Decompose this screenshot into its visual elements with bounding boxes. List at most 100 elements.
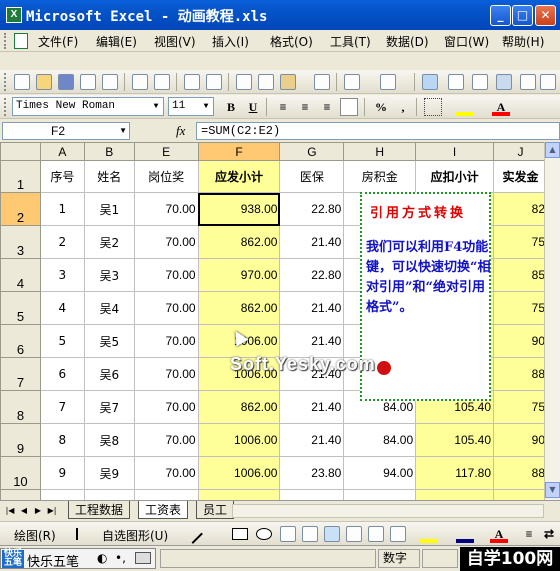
cell-seq[interactable]: 6 xyxy=(39,357,85,391)
align-right-icon[interactable]: ≡ xyxy=(318,98,336,116)
cell-gross-subtotal[interactable]: 938.00 xyxy=(197,192,281,226)
sort-ascending-icon[interactable] xyxy=(472,74,488,90)
permission-icon[interactable] xyxy=(80,74,96,90)
keyboard-icon[interactable] xyxy=(135,552,151,564)
undo-icon[interactable] xyxy=(344,74,360,90)
cell-post-bonus[interactable]: 70.00 xyxy=(133,456,199,490)
picture-icon[interactable] xyxy=(390,526,406,542)
cell-net-pay[interactable]: 75 xyxy=(493,390,548,424)
header-cell[interactable]: 实发金 xyxy=(493,160,548,193)
menu-insert[interactable]: 插入(I) xyxy=(212,33,249,50)
email-icon[interactable] xyxy=(102,74,118,90)
open-icon[interactable] xyxy=(36,74,52,90)
font-name-select[interactable]: Times New Roman ▼ xyxy=(12,97,164,116)
menu-format[interactable]: 格式(O) xyxy=(270,33,313,50)
cell-medical[interactable]: 21.40 xyxy=(279,390,345,424)
toolbar-grip[interactable] xyxy=(4,33,10,49)
cell-name[interactable]: 吴3 xyxy=(83,258,135,292)
sheet-tab-payroll[interactable]: 工资表 xyxy=(138,501,189,519)
cell-name[interactable]: 吴5 xyxy=(83,324,135,358)
header-cell[interactable]: 姓名 xyxy=(83,160,135,193)
row-header[interactable]: 7 xyxy=(0,357,41,391)
textbox-icon[interactable] xyxy=(280,526,296,542)
header-cell[interactable]: 序号 xyxy=(39,160,85,193)
column-header-a[interactable]: A xyxy=(39,142,85,161)
cell-medical[interactable]: 21.40 xyxy=(279,423,345,457)
new-icon[interactable] xyxy=(14,74,30,90)
cell-post-bonus[interactable]: 70.00 xyxy=(133,324,199,358)
column-header-i[interactable]: I xyxy=(415,142,495,161)
select-objects-icon[interactable] xyxy=(76,528,86,540)
next-sheet-icon[interactable]: ▶ xyxy=(32,504,44,518)
cell-medical[interactable]: 23.80 xyxy=(279,456,345,490)
cell-seq[interactable]: 8 xyxy=(39,423,85,457)
print-preview-icon[interactable] xyxy=(154,74,170,90)
workbook-icon[interactable] xyxy=(14,33,28,49)
line-icon[interactable] xyxy=(183,524,203,544)
oval-icon[interactable] xyxy=(256,528,272,540)
draw-menu[interactable]: 绘图(R) xyxy=(14,527,56,544)
cell-housing-fund[interactable]: 94.00 xyxy=(343,456,417,490)
cell-net-pay[interactable]: 85 xyxy=(493,258,548,292)
cell-name[interactable]: 吴2 xyxy=(83,225,135,259)
header-cell[interactable]: 应发小计 xyxy=(197,160,281,193)
row-header[interactable]: 6 xyxy=(0,324,41,358)
sheet-tab-staff[interactable]: 员工 xyxy=(196,501,235,519)
cell-medical[interactable]: 21.40 xyxy=(279,225,345,259)
draw-font-color-icon[interactable]: A xyxy=(490,525,508,543)
toolbar-grip[interactable] xyxy=(4,98,10,116)
row-header[interactable]: 4 xyxy=(0,258,41,292)
cell-net-pay[interactable]: 88 xyxy=(493,357,548,391)
cell-gross-subtotal[interactable]: 970.00 xyxy=(197,258,281,292)
header-cell[interactable]: 岗位奖 xyxy=(133,160,199,193)
header-cell[interactable]: 医保 xyxy=(279,160,345,193)
borders-icon[interactable] xyxy=(424,98,442,116)
cell-deduction-subtotal[interactable]: 117.80 xyxy=(415,456,495,490)
spelling-icon[interactable] xyxy=(184,74,200,90)
drawing-icon[interactable] xyxy=(520,74,536,90)
diagram-icon[interactable] xyxy=(346,526,362,542)
empty-cell[interactable] xyxy=(343,489,417,500)
cell-net-pay[interactable]: 90 xyxy=(493,423,548,457)
column-header-g[interactable]: G xyxy=(279,142,345,161)
cell-seq[interactable]: 2 xyxy=(39,225,85,259)
line-color-icon[interactable] xyxy=(456,525,474,543)
cell-seq[interactable]: 3 xyxy=(39,258,85,292)
cell-post-bonus[interactable]: 70.00 xyxy=(133,225,199,259)
cell-post-bonus[interactable]: 70.00 xyxy=(133,258,199,292)
cell-post-bonus[interactable]: 70.00 xyxy=(133,192,199,226)
row-header[interactable]: 3 xyxy=(0,225,41,259)
align-left-icon[interactable]: ≡ xyxy=(274,98,292,116)
autoshapes-menu[interactable]: 自选图形(U) xyxy=(102,527,168,544)
cell-seq[interactable]: 5 xyxy=(39,324,85,358)
column-header-b[interactable]: B xyxy=(83,142,135,161)
cell-net-pay[interactable]: 82 xyxy=(493,192,548,226)
name-box[interactable]: F2 ▼ xyxy=(2,122,130,140)
print-icon[interactable] xyxy=(132,74,148,90)
draw-fill-color-icon[interactable] xyxy=(420,525,438,543)
underline-button[interactable]: U xyxy=(244,98,262,116)
row-header[interactable]: 2 xyxy=(0,192,41,226)
format-painter-icon[interactable] xyxy=(314,74,330,90)
fill-color-icon[interactable] xyxy=(456,98,474,116)
cell-net-pay[interactable]: 75 xyxy=(493,291,548,325)
vertical-scrollbar[interactable]: ▲ ▼ xyxy=(544,142,560,500)
menu-window[interactable]: 窗口(W) xyxy=(444,33,489,50)
cell-net-pay[interactable]: 75 xyxy=(493,225,548,259)
row-header[interactable]: 10 xyxy=(0,489,41,500)
clipart-icon[interactable] xyxy=(368,526,384,542)
hyperlink-icon[interactable] xyxy=(422,74,438,90)
comma-button[interactable]: , xyxy=(394,98,412,116)
menu-help[interactable]: 帮助(H) xyxy=(502,33,544,50)
zoom-icon[interactable] xyxy=(540,74,556,90)
cell-medical[interactable]: 22.80 xyxy=(279,192,345,226)
bold-button[interactable]: B xyxy=(222,98,240,116)
header-cell[interactable]: 房积金 xyxy=(343,160,417,193)
cell-deduction-subtotal[interactable]: 105.40 xyxy=(415,423,495,457)
maximize-button[interactable]: □ xyxy=(512,5,533,26)
cell-medical[interactable]: 22.80 xyxy=(279,258,345,292)
cell-name[interactable]: 吴9 xyxy=(83,456,135,490)
font-color-icon[interactable]: A xyxy=(492,98,510,116)
cell-name[interactable]: 吴7 xyxy=(83,390,135,424)
empty-cell[interactable] xyxy=(197,489,281,500)
